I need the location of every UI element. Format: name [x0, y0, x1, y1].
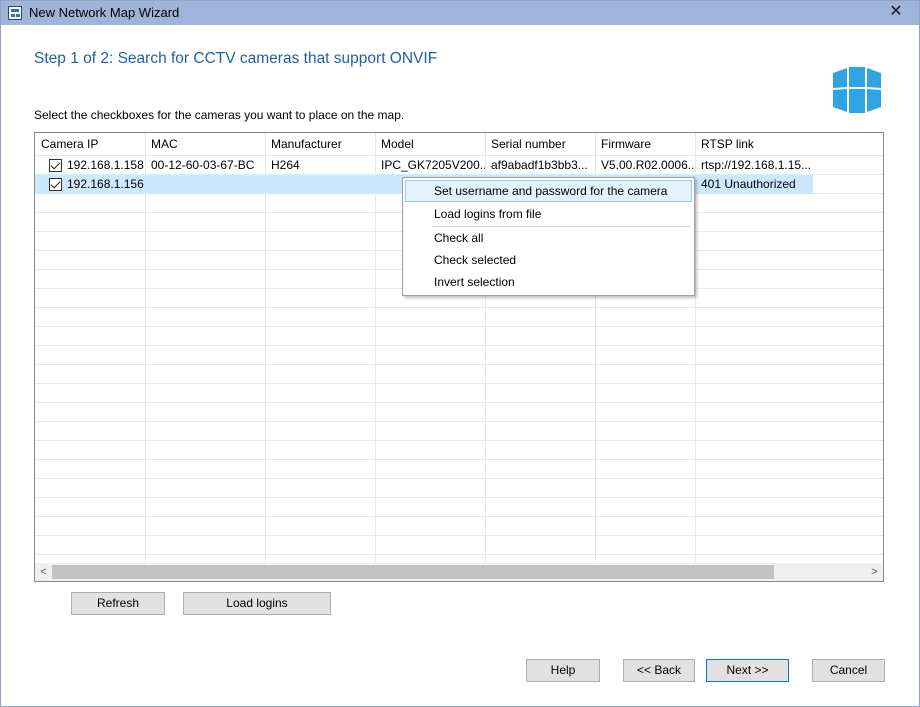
- cell-rtsp-link: rtsp://192.168.1.15...: [701, 158, 812, 172]
- cell-rtsp-link: 401 Unauthorized: [701, 177, 796, 191]
- horizontal-scrollbar[interactable]: < >: [35, 563, 883, 581]
- cell-serial-number: af9abadf1b3bb3...: [491, 158, 588, 172]
- refresh-button[interactable]: Refresh: [71, 592, 165, 615]
- scrollbar-thumb[interactable]: [52, 565, 774, 579]
- column-header-serial-number[interactable]: Serial number: [485, 133, 595, 155]
- title-bar[interactable]: New Network Map Wizard ✕: [1, 1, 919, 25]
- column-header-model[interactable]: Model: [375, 133, 485, 155]
- back-button[interactable]: << Back: [623, 659, 695, 682]
- cell-manufacturer: H264: [271, 158, 300, 172]
- cell-camera-ip: 192.168.1.156: [67, 177, 144, 191]
- menu-item-check-selected[interactable]: Check selected: [405, 249, 692, 271]
- cell-manufacturer: [265, 175, 375, 194]
- window-panes-logo-icon: [833, 67, 881, 113]
- close-button[interactable]: ✕: [881, 1, 911, 25]
- cell-firmware: V5.00.R02.0006...: [601, 158, 695, 172]
- menu-item-set-credentials[interactable]: Set username and password for the camera: [405, 180, 692, 202]
- menu-item-check-all[interactable]: Check all: [405, 227, 692, 249]
- instruction-text: Select the checkboxes for the cameras yo…: [34, 108, 405, 122]
- step-title: Step 1 of 2: Search for CCTV cameras tha…: [34, 50, 438, 67]
- column-header-manufacturer[interactable]: Manufacturer: [265, 133, 375, 155]
- cancel-button[interactable]: Cancel: [812, 659, 885, 682]
- menu-item-load-logins[interactable]: Load logins from file: [405, 203, 692, 225]
- cell-camera-ip: 192.168.1.158: [67, 158, 144, 172]
- scroll-right-button[interactable]: >: [866, 563, 883, 581]
- wizard-window: New Network Map Wizard ✕ Step 1 of 2: Se…: [0, 0, 920, 707]
- menu-item-invert-selection[interactable]: Invert selection: [405, 271, 692, 293]
- column-header-firmware[interactable]: Firmware: [595, 133, 695, 155]
- next-button[interactable]: Next >>: [706, 659, 789, 682]
- column-header-mac[interactable]: MAC: [145, 133, 265, 155]
- context-menu: Set username and password for the camera…: [402, 177, 695, 296]
- table-row[interactable]: 192.168.1.158 00-12-60-03-67-BC H264 IPC…: [35, 156, 883, 175]
- column-header-camera-ip[interactable]: Camera IP: [35, 133, 145, 155]
- cell-model: IPC_GK7205V200...: [381, 158, 485, 172]
- load-logins-button[interactable]: Load logins: [183, 592, 331, 615]
- cell-mac: [145, 175, 265, 194]
- window-title: New Network Map Wizard: [29, 5, 180, 20]
- scroll-left-button[interactable]: <: [35, 563, 52, 581]
- help-button[interactable]: Help: [526, 659, 600, 682]
- network-map-icon: [8, 6, 22, 20]
- column-header-rtsp-link[interactable]: RTSP link: [695, 133, 813, 155]
- cell-mac: 00-12-60-03-67-BC: [151, 158, 255, 172]
